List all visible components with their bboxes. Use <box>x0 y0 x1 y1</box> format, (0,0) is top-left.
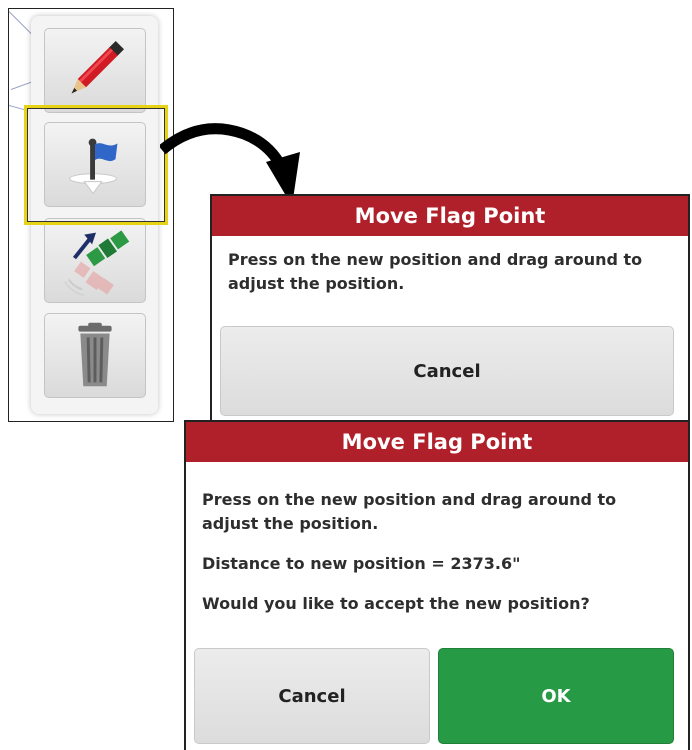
delete-button[interactable] <box>44 313 146 398</box>
move-flag-dialog: Move Flag Point Press on the new positio… <box>210 194 690 426</box>
dialog-title: Move Flag Point <box>212 196 688 236</box>
satellite-button[interactable] <box>44 218 146 303</box>
trash-icon <box>78 322 112 387</box>
pencil-icon <box>71 41 124 94</box>
dialog-message: Press on the new position and drag aroun… <box>228 250 643 293</box>
confirm-move-dialog: Move Flag Point Press on the new positio… <box>184 420 690 750</box>
distance-text: Distance to new position = 2373.6" <box>202 554 521 573</box>
dialog-message: Press on the new position and drag aroun… <box>202 490 617 533</box>
cancel-button[interactable]: Cancel <box>194 648 430 744</box>
confirm-question: Would you like to accept the new positio… <box>202 594 590 613</box>
cancel-button[interactable]: Cancel <box>220 326 674 416</box>
edit-button[interactable] <box>44 28 146 113</box>
satellite-icon <box>63 230 130 297</box>
dialog-title: Move Flag Point <box>186 422 688 462</box>
highlight-box-inner <box>27 108 165 222</box>
ok-button[interactable]: OK <box>438 648 674 744</box>
